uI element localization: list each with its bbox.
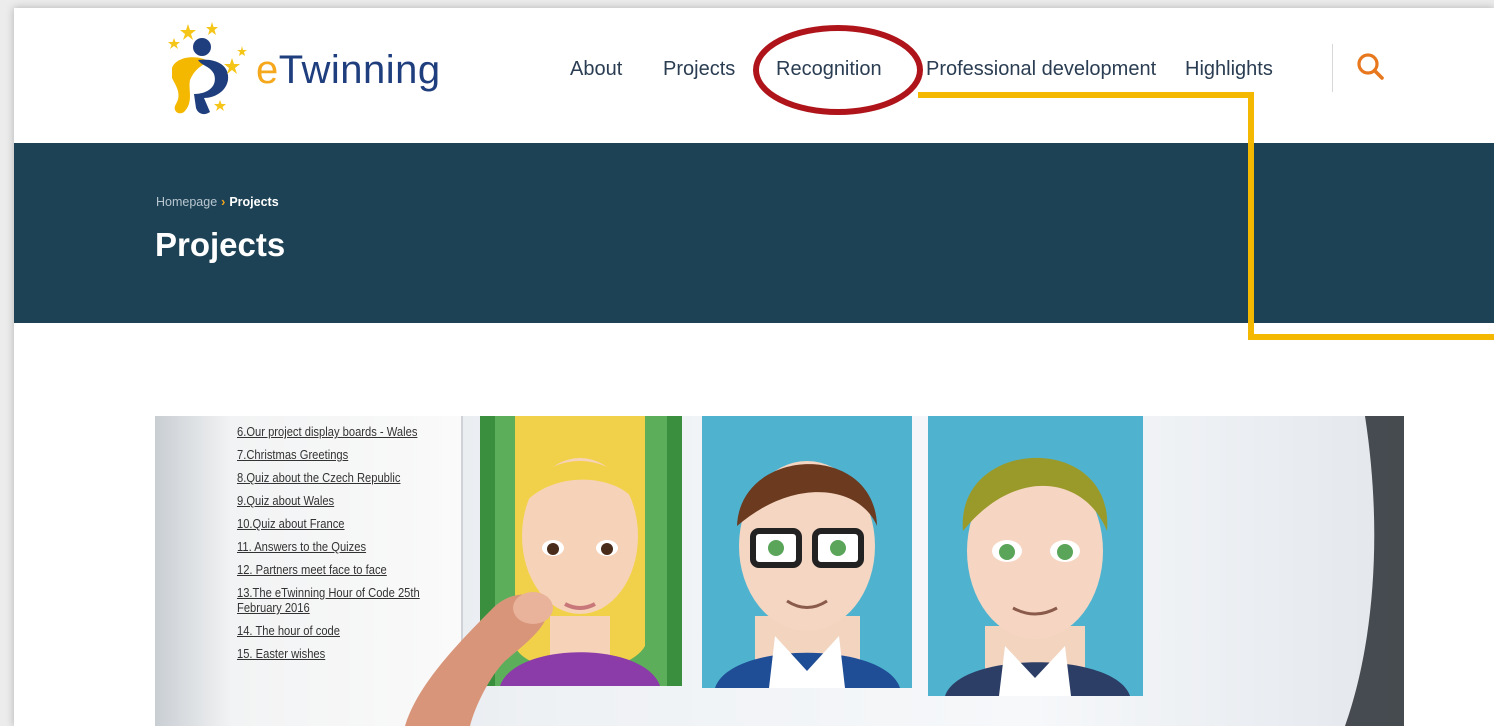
hero-photo: 6.Our project display boards - Wales 7.C…: [155, 416, 1404, 726]
avatar-man-glasses: [702, 416, 912, 688]
nav-divider: [1332, 44, 1333, 92]
avatar-man-blond: [928, 416, 1143, 696]
cartoon-avatars-illustration: [405, 416, 1404, 726]
nav-item-professional-development[interactable]: Professional development: [926, 58, 1156, 81]
site-header: eTwinning About Projects Recognition Pro…: [14, 8, 1494, 143]
search-icon[interactable]: [1354, 50, 1388, 84]
breadcrumb-current: Projects: [229, 195, 279, 209]
breadcrumb-chevron-icon: ›: [221, 195, 226, 209]
page: eTwinning About Projects Recognition Pro…: [14, 8, 1494, 726]
nav-item-projects[interactable]: Projects: [663, 58, 735, 81]
main-nav: About Projects Recognition Professional …: [14, 58, 1494, 88]
nav-item-recognition[interactable]: Recognition: [776, 58, 882, 81]
nav-item-highlights[interactable]: Highlights: [1185, 58, 1273, 81]
nav-item-about[interactable]: About: [570, 58, 622, 81]
breadcrumb: Homepage › Projects: [156, 195, 279, 209]
page-title: Projects: [155, 226, 286, 263]
page-banner: Homepage › Projects Projects: [14, 143, 1494, 323]
breadcrumb-home[interactable]: Homepage: [156, 195, 217, 209]
